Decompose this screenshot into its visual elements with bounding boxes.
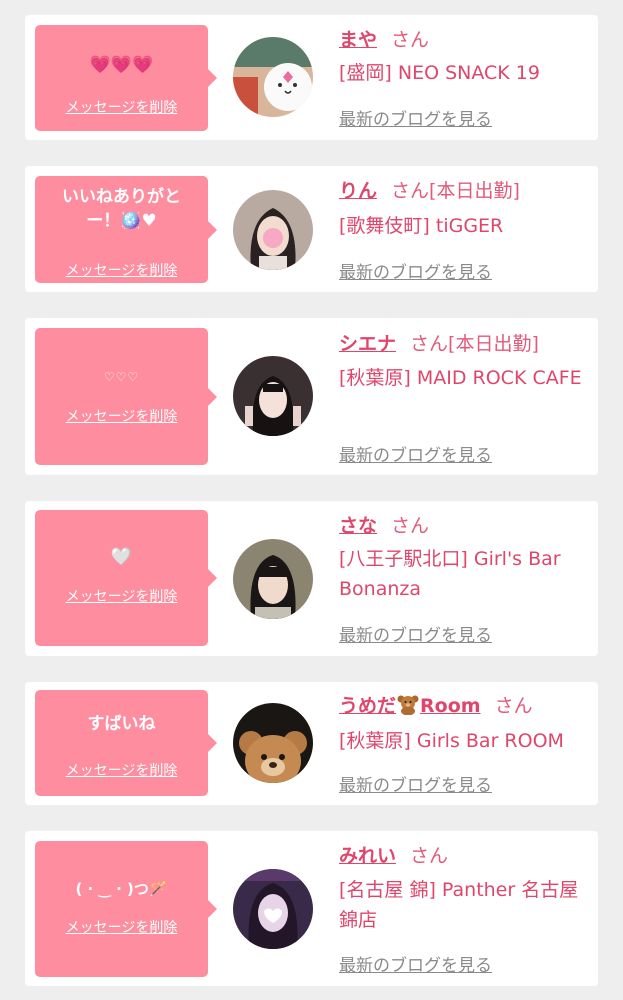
honorific: さん bbox=[494, 695, 533, 717]
latest-blog-link[interactable]: 最新のブログを見る bbox=[339, 621, 492, 646]
shop-name: [秋葉原] MAID ROCK CAFE bbox=[339, 367, 582, 389]
shop-name: [歌舞伎町] tiGGER bbox=[339, 215, 504, 237]
latest-blog-link[interactable]: 最新のブログを見る bbox=[339, 105, 492, 130]
avatar[interactable] bbox=[233, 539, 313, 619]
delete-message-link[interactable]: メッセージを削除 bbox=[35, 917, 208, 937]
honorific: さん bbox=[410, 845, 449, 867]
name-line: うめだ Room さん bbox=[339, 694, 533, 718]
working-today-status: [本日出勤] bbox=[448, 333, 539, 355]
cast-name-link[interactable]: シエナ bbox=[339, 333, 396, 355]
working-today-status: [本日出勤] bbox=[429, 180, 520, 202]
honorific: さん bbox=[391, 515, 430, 537]
delete-message-link[interactable]: メッセージを削除 bbox=[35, 260, 208, 280]
delete-message-link[interactable]: メッセージを削除 bbox=[35, 586, 208, 606]
delete-message-link[interactable]: メッセージを削除 bbox=[35, 97, 208, 117]
cast-name-link[interactable]: まや bbox=[339, 29, 377, 51]
shop-name: [盛岡] NEO SNACK 19 bbox=[339, 62, 540, 84]
message-card: すばいね メッセージを削除 うめだ Room さん [秋葉原] Girls Bar … bbox=[25, 682, 598, 805]
cast-name-link[interactable]: うめだ Room bbox=[339, 695, 481, 717]
cast-name-part: Room bbox=[420, 695, 481, 717]
name-line: りん さん[本日出勤] bbox=[339, 179, 520, 203]
name-line: まや さん bbox=[339, 28, 429, 52]
message-card: 🤍 メッセージを削除 さな さん [八王子駅北口] Girl's Bar Bona… bbox=[25, 501, 598, 656]
avatar[interactable] bbox=[233, 703, 313, 783]
latest-blog-link[interactable]: 最新のブログを見る bbox=[339, 951, 492, 976]
message-card: ( · ‿ · )つ🪄 メッセージを削除 みれい さん [名古屋 錦] Panth… bbox=[25, 831, 598, 986]
message-bubble: ( · ‿ · )つ🪄 メッセージを削除 bbox=[35, 841, 217, 977]
delete-message-link[interactable]: メッセージを削除 bbox=[35, 760, 208, 780]
message-text: 🤍 bbox=[110, 547, 133, 567]
cast-name-part: うめだ bbox=[339, 695, 397, 717]
message-bubble: 💗💗💗 メッセージを削除 bbox=[35, 25, 217, 131]
name-line: シエナ さん[本日出勤] bbox=[339, 332, 539, 356]
name-line: さな さん bbox=[339, 514, 429, 538]
cast-name-link[interactable]: みれい bbox=[339, 845, 396, 867]
message-text: すばいね bbox=[87, 714, 156, 734]
message-text: いいねありがと ー！🪩♥ bbox=[62, 187, 181, 231]
latest-blog-link[interactable]: 最新のブログを見る bbox=[339, 771, 492, 796]
message-text: 💗💗💗 bbox=[89, 55, 154, 75]
message-bubble: 🤍 メッセージを削除 bbox=[35, 510, 217, 646]
message-text: ♡♡♡ bbox=[103, 370, 140, 384]
message-card: ♡♡♡ メッセージを削除 シエナ さん[本日出勤] [秋葉原] MAID ROCK… bbox=[25, 318, 598, 475]
message-card: いいねありがと ー！🪩♥ メッセージを削除 りん さん[本日出勤] [歌舞伎町] … bbox=[25, 166, 598, 292]
honorific: さん bbox=[391, 180, 430, 202]
delete-message-link[interactable]: メッセージを削除 bbox=[35, 406, 208, 426]
avatar[interactable] bbox=[233, 37, 313, 117]
avatar[interactable] bbox=[233, 190, 313, 270]
cast-name-link[interactable]: さな bbox=[339, 515, 377, 537]
honorific: さん bbox=[391, 29, 430, 51]
latest-blog-link[interactable]: 最新のブログを見る bbox=[339, 441, 492, 466]
latest-blog-link[interactable]: 最新のブログを見る bbox=[339, 258, 492, 283]
shop-name: [名古屋 錦] Panther 名古屋錦店 bbox=[339, 879, 579, 931]
honorific: さん bbox=[410, 333, 449, 355]
cast-name-link[interactable]: りん bbox=[339, 180, 377, 202]
message-bubble: いいねありがと ー！🪩♥ メッセージを削除 bbox=[35, 176, 217, 283]
shop-name: [八王子駅北口] Girl's Bar Bonanza bbox=[339, 548, 561, 600]
avatar[interactable] bbox=[233, 356, 313, 436]
shop-name: [秋葉原] Girls Bar ROOM bbox=[339, 730, 564, 752]
avatar[interactable] bbox=[233, 869, 313, 949]
teddy-bear-icon bbox=[397, 695, 419, 716]
message-bubble: すばいね メッセージを削除 bbox=[35, 690, 217, 796]
name-line: みれい さん bbox=[339, 844, 448, 868]
message-card: 💗💗💗 メッセージを削除 まや さん [盛岡] NEO SNACK 19 最新のブ… bbox=[25, 15, 598, 140]
message-bubble: ♡♡♡ メッセージを削除 bbox=[35, 328, 217, 465]
message-text: ( · ‿ · )つ🪄 bbox=[75, 880, 168, 898]
